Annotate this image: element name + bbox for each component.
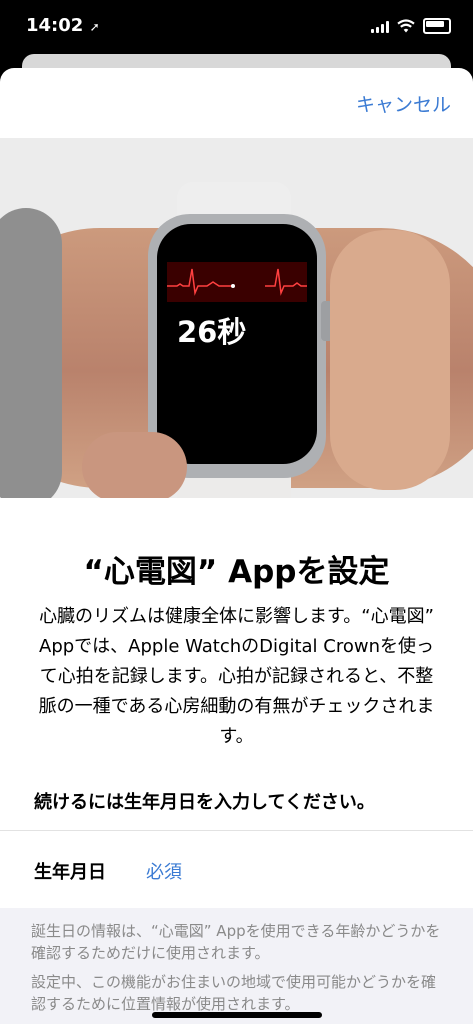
birthdate-prompt: 続けるには生年月日を入力してください。 — [34, 792, 375, 813]
birthdate-label: 生年月日 — [34, 862, 106, 883]
footer-paragraph-2: 設定中、この機能がお住まいの地域で使用可能かどうかを確認するために位置情報が使用… — [31, 973, 437, 1013]
status-time-text: 14:02 — [26, 15, 84, 36]
watch-screen: 26秒 — [157, 224, 317, 464]
status-icons — [371, 18, 451, 34]
thumb — [330, 230, 450, 490]
hero-image: 26秒 — [0, 138, 473, 498]
ecg-waveform-icon — [167, 262, 307, 302]
wifi-icon — [397, 19, 415, 33]
footer-info: 誕生日の情報は、“心電図” Appを使用できる年齢かどうかを確認するためだけに使… — [0, 908, 473, 1024]
watch-timer: 26秒 — [177, 315, 247, 349]
finger — [82, 432, 187, 498]
sleeve — [0, 208, 62, 498]
cellular-signal-icon — [371, 20, 389, 33]
setup-sheet: キャンセル 26秒 “心電図” Appを設定 心臓のリズムは健康全体に影響します… — [0, 68, 473, 1024]
divider — [0, 830, 473, 831]
cancel-button[interactable]: キャンセル — [356, 90, 451, 117]
battery-icon — [423, 18, 451, 34]
status-time: 14:02 ➚ — [26, 15, 100, 36]
page-title: “心電図” Appを設定 — [83, 554, 390, 590]
home-indicator[interactable] — [152, 1012, 322, 1018]
status-bar: 14:02 ➚ — [0, 0, 473, 54]
location-arrow-icon: ➚ — [89, 20, 100, 34]
footer-paragraph-1: 誕生日の情報は、“心電図” Appを使用できる年齢かどうかを確認するためだけに使… — [31, 922, 441, 962]
birthdate-field[interactable]: 必須 — [146, 858, 182, 884]
description-text: 心臓のリズムは健康全体に影響します。“心電図” Appでは、Apple Watc… — [38, 606, 435, 747]
